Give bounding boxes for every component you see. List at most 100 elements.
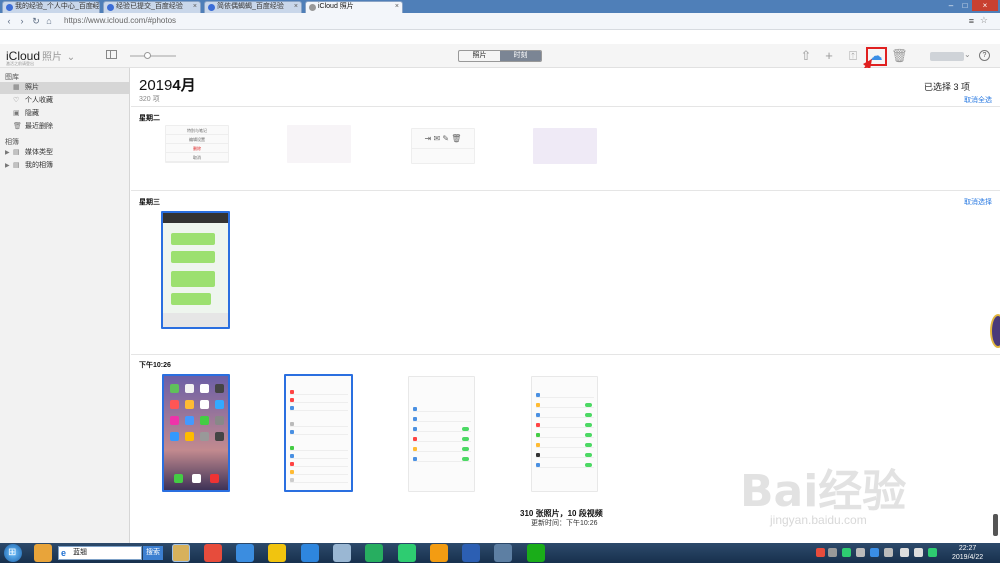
settings-row — [536, 423, 594, 428]
tray-app-icon[interactable] — [842, 548, 851, 557]
photo-thumbnail-selected[interactable] — [284, 374, 353, 492]
photo-thumbnail[interactable] — [531, 376, 598, 492]
baidu-paw-icon[interactable] — [462, 544, 480, 562]
floating-assistant-icon[interactable] — [990, 314, 1000, 348]
colorful-app-icon[interactable] — [268, 544, 286, 562]
qq-browser-icon[interactable] — [236, 544, 254, 562]
settings-dot — [290, 406, 294, 410]
close-window-button[interactable]: × — [972, 0, 998, 11]
k-app-icon[interactable] — [301, 544, 319, 562]
tray-s-icon[interactable] — [816, 548, 825, 557]
account-menu[interactable] — [930, 52, 964, 61]
chat-bubble — [171, 293, 211, 305]
settings-dot — [290, 422, 294, 426]
deselect-all-link[interactable]: 取消全选 — [964, 95, 992, 105]
system-clock[interactable]: 22:27 2019/4/22 — [952, 544, 983, 562]
browser-tab-bar: 我的经验_个人中心_百度经 × 经验已提交_百度经验 × 简依偶蝎蝎_百度经验 × i… — [0, 0, 1000, 13]
settings-dot — [536, 443, 540, 447]
sync-icon[interactable] — [398, 544, 416, 562]
back-icon[interactable]: ‹ — [4, 16, 14, 26]
chrome-icon[interactable] — [204, 544, 222, 562]
url-field[interactable]: https://www.icloud.com/#photos — [64, 16, 176, 25]
settings-dot — [290, 430, 294, 434]
photo-thumbnail[interactable]: 特别与笔记 编辑设置 删除 取消 — [165, 125, 229, 163]
divider — [131, 190, 1000, 191]
tray-keyboard-icon[interactable] — [828, 548, 837, 557]
hidden-icon: ▣ — [13, 110, 20, 117]
deselect-link[interactable]: 取消选择 — [964, 197, 992, 207]
sidebar-item-photos[interactable]: ▦ 照片 — [0, 82, 129, 94]
sidebar-item-hidden[interactable]: ▣ 隐藏 — [0, 108, 129, 120]
photo-thumbnail[interactable] — [533, 128, 597, 164]
photo-thumbnail[interactable] — [287, 125, 351, 163]
star-icon[interactable]: ☆ — [980, 15, 988, 26]
folder-icon: ▤ — [13, 149, 20, 156]
app-icon — [185, 416, 194, 425]
page-title: 20194月 — [139, 74, 196, 95]
color-pinwheel-icon[interactable] — [34, 544, 52, 562]
volume-icon[interactable] — [914, 548, 923, 557]
segment-moments[interactable]: 时刻 — [500, 51, 541, 61]
app-icon — [185, 432, 194, 441]
photo-thumbnail-selected[interactable] — [161, 211, 230, 329]
sidebar-item-media-types[interactable]: ▶ ▤ 媒体类型 — [0, 147, 129, 159]
menu-icon[interactable]: ≡ — [969, 16, 974, 26]
home-icon[interactable]: ⌂ — [44, 16, 54, 26]
sidebar-toggle-icon[interactable] — [106, 50, 117, 59]
close-icon[interactable]: × — [92, 2, 96, 12]
maximize-button[interactable]: □ — [958, 0, 972, 11]
tray-network-icon[interactable] — [856, 548, 865, 557]
image-app-icon[interactable] — [430, 544, 448, 562]
close-icon[interactable]: × — [193, 2, 197, 12]
network-icon[interactable] — [900, 548, 909, 557]
sidebar-item-my-albums[interactable]: ▶ ▤ 我的相簿 — [0, 160, 129, 172]
wechat-icon[interactable] — [527, 544, 545, 562]
sidebar-item-favorites[interactable]: ♡ 个人收藏 — [0, 95, 129, 107]
scrollbar[interactable] — [993, 514, 998, 536]
taskbar-search-input[interactable]: e 蓝翘 — [58, 546, 142, 560]
settings-row — [536, 403, 594, 408]
chevron-right-icon[interactable]: ▶ — [5, 147, 10, 159]
help-icon[interactable]: ? — [979, 50, 990, 61]
browser-tab[interactable]: 经验已提交_百度经验 × — [103, 1, 201, 13]
reload-icon[interactable]: ↻ — [31, 16, 41, 26]
photo-thumbnail[interactable] — [408, 376, 475, 492]
forward-icon[interactable]: › — [17, 16, 27, 26]
sidebar-item-recently-deleted[interactable]: 🗑 最近删除 — [0, 121, 129, 133]
year-label: 2019 — [139, 77, 173, 94]
settings-dot — [413, 417, 417, 421]
trash-icon[interactable]: 🗑 — [891, 48, 908, 64]
tray-app-icon[interactable] — [870, 548, 879, 557]
photo-thumbnail[interactable]: ⇥ ✉ ✎ 🗑 — [411, 128, 475, 164]
chevron-right-icon[interactable]: ▶ — [5, 160, 10, 172]
photo-thumbnail-selected[interactable] — [162, 374, 230, 492]
settings-dot — [413, 457, 417, 461]
window-icon[interactable] — [494, 544, 512, 562]
section-title: 星期二 — [139, 115, 160, 122]
settings-dot — [290, 478, 294, 482]
toggle-switch — [585, 403, 592, 407]
browser-tab-active[interactable]: iCloud 照片 × — [305, 1, 403, 13]
zoom-slider-thumb[interactable] — [144, 52, 151, 59]
add-icon[interactable]: + — [821, 48, 837, 64]
app-name: 照片 — [42, 52, 63, 63]
globe-icon[interactable] — [333, 544, 351, 562]
paw-icon — [208, 4, 215, 11]
minimize-button[interactable]: – — [944, 0, 958, 11]
watermark-logo: Bai经验 — [740, 466, 907, 517]
browser-tab[interactable]: 简依偶蝎蝎_百度经验 × — [204, 1, 302, 13]
upload-icon[interactable]: ⇧ — [798, 48, 814, 64]
sidebar-item-label: 个人收藏 — [25, 97, 53, 104]
chevron-down-icon[interactable]: ⌄ — [964, 50, 971, 59]
close-icon[interactable]: × — [395, 2, 399, 12]
segment-photos[interactable]: 照片 — [459, 51, 500, 61]
wechat-tray-icon[interactable] — [928, 548, 937, 557]
paw-icon — [6, 4, 13, 11]
tray-app-icon[interactable] — [884, 548, 893, 557]
close-icon[interactable]: × — [294, 2, 298, 12]
zoom-slider[interactable] — [130, 52, 176, 59]
media-player-icon[interactable] — [365, 544, 383, 562]
taskbar-search-button[interactable]: 搜索 — [143, 546, 163, 560]
browser-tab[interactable]: 我的经验_个人中心_百度经 × — [2, 1, 100, 13]
file-explorer-icon[interactable] — [172, 544, 190, 562]
